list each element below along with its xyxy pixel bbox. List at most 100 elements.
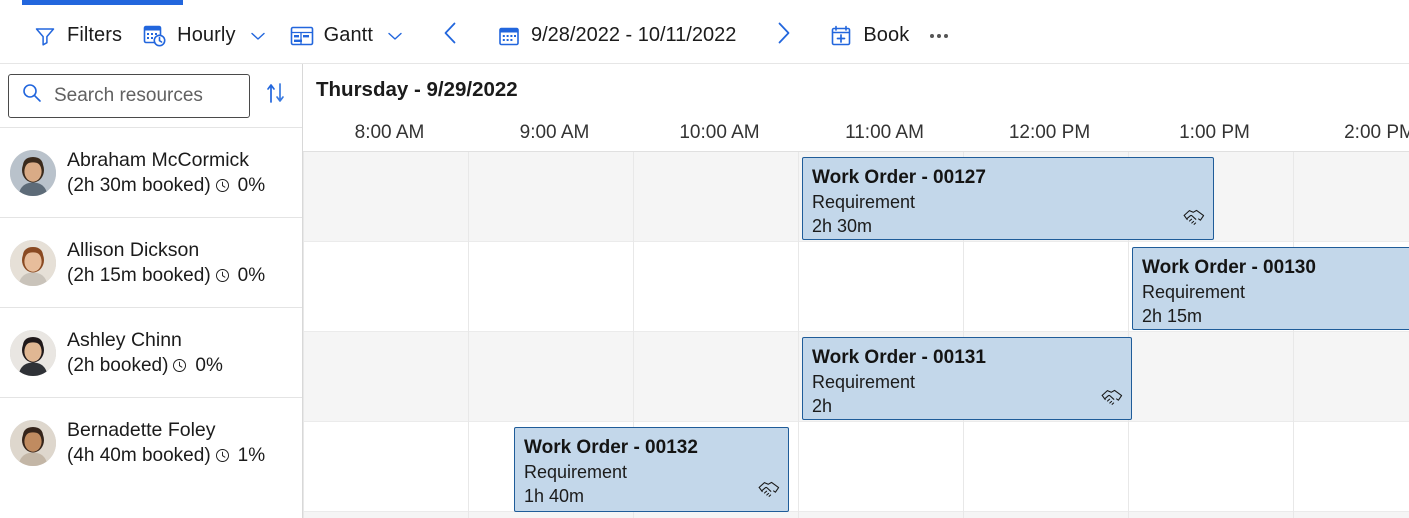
grid-column-divider (468, 152, 469, 518)
avatar (10, 329, 56, 376)
resource-booked-summary: (2h 30m booked) 0% (67, 174, 265, 198)
resource-booked-summary: (2h booked) 0% (67, 354, 223, 378)
view-mode-button[interactable]: Hourly (132, 14, 278, 58)
avatar (10, 239, 56, 286)
search-placeholder: Search resources (54, 84, 203, 106)
resource-list: Abraham McCormick (2h 30m booked) 0% Alliso… (0, 127, 302, 518)
schedule-header: Thursday - 9/29/2022 8:00 AM 9:00 AM 10:00… (303, 64, 1409, 152)
booked-hours: (2h 30m booked) (67, 174, 211, 196)
time-slot-label: 1:00 PM (1179, 121, 1250, 143)
booked-hours: (2h booked) (67, 354, 169, 376)
handshake-icon (1100, 386, 1124, 413)
sort-ascending-descending-icon (265, 81, 287, 110)
resource-info: Abraham McCormick (2h 30m booked) 0% (67, 148, 265, 198)
time-slot-label: 12:00 PM (1008, 121, 1091, 143)
booking-title: Work Order - 00130 (1142, 257, 1316, 278)
schedule-board-app: Filters Hourly Gantt 9/28/2022 - 10/11/2… (0, 0, 1409, 518)
clock-icon (215, 178, 230, 193)
booking-block[interactable]: Work Order - 00127 Requirement 2h 30m (802, 157, 1214, 240)
hourly-calendar-clock-icon (142, 23, 168, 49)
booking-duration: 2h 30m (812, 216, 873, 236)
more-options-button[interactable] (919, 14, 959, 58)
booking-subtitle: Requirement (524, 462, 628, 482)
command-bar: Filters Hourly Gantt 9/28/2022 - 10/11/2… (0, 8, 1409, 64)
time-slot-label: 8:00 AM (354, 121, 425, 143)
grid-column-divider (798, 152, 799, 518)
sort-button[interactable] (258, 76, 294, 116)
booking-duration: 1h 40m (524, 486, 585, 506)
resource-booked-summary: (4h 40m booked) 1% (67, 444, 265, 468)
booking-block[interactable]: Work Order - 00131 Requirement 2h (802, 337, 1132, 420)
previous-period-button[interactable] (430, 14, 472, 58)
clock-icon (172, 358, 187, 373)
chevron-down-icon (247, 25, 269, 47)
board-body: Search resources Abraham McCormick (2h 30… (0, 64, 1409, 518)
view-mode-label: Hourly (177, 24, 236, 46)
grid-column-divider (303, 152, 304, 518)
chevron-down-icon (384, 25, 406, 47)
gantt-button[interactable]: Gantt (279, 14, 416, 58)
calendar-add-icon (828, 23, 854, 49)
utilization-percent: 1% (237, 444, 266, 466)
date-range-label: 9/28/2022 - 10/11/2022 (530, 24, 737, 46)
date-range-picker[interactable]: 9/28/2022 - 10/11/2022 (486, 14, 746, 58)
resource-name: Bernadette Foley (67, 418, 216, 441)
chevron-right-icon (770, 19, 796, 52)
booking-title: Work Order - 00127 (812, 167, 986, 188)
avatar (10, 149, 56, 196)
booking-block[interactable]: Work Order - 00132 Requirement 1h 40m (514, 427, 789, 512)
search-icon (21, 82, 43, 109)
calendar-icon (496, 23, 522, 49)
filters-button[interactable]: Filters (22, 14, 132, 58)
tab-strip (0, 0, 1409, 8)
resource-info: Allison Dickson (2h 15m booked) 0% (67, 238, 265, 288)
gantt-chart-icon (289, 23, 315, 49)
resource-name: Abraham McCormick (67, 148, 250, 171)
resource-booked-summary: (2h 15m booked) 0% (67, 264, 265, 288)
resource-row[interactable]: Ashley Chinn (2h booked) 0% (0, 307, 302, 397)
booking-block[interactable]: Work Order - 00130 Requirement 2h 15m (1132, 247, 1409, 330)
time-slot-label: 11:00 AM (845, 121, 924, 143)
booking-subtitle: Requirement (812, 372, 916, 392)
clock-icon (215, 268, 230, 283)
booking-duration: 2h 15m (1142, 306, 1203, 326)
schedule-grid-panel: Thursday - 9/29/2022 8:00 AM 9:00 AM 10:00… (303, 64, 1409, 518)
resource-info: Bernadette Foley (4h 40m booked) 1% (67, 418, 265, 468)
more-options-icon (944, 33, 949, 38)
filter-icon (32, 23, 58, 49)
resource-info: Ashley Chinn (2h booked) 0% (67, 328, 223, 378)
resource-name: Ashley Chinn (67, 328, 182, 351)
time-slot-label: 9:00 AM (519, 121, 590, 143)
search-input[interactable]: Search resources (8, 73, 250, 118)
schedule-grid: Work Order - 00127 Requirement 2h 30m Work … (303, 152, 1409, 518)
resource-row[interactable]: Bernadette Foley (4h 40m booked) 1% (0, 397, 302, 487)
booking-title: Work Order - 00132 (524, 437, 698, 458)
filters-label: Filters (67, 24, 123, 46)
clock-icon (215, 448, 230, 463)
utilization-percent: 0% (195, 354, 223, 376)
time-slot-label: 10:00 AM (679, 121, 760, 143)
active-tab-indicator (22, 0, 183, 5)
resource-row[interactable]: Abraham McCormick (2h 30m booked) 0% (0, 127, 302, 217)
more-options-icon (930, 33, 935, 38)
next-period-button[interactable] (762, 14, 804, 58)
book-label: Book (863, 24, 910, 46)
utilization-percent: 0% (237, 174, 266, 196)
booking-subtitle: Requirement (1142, 282, 1246, 302)
grid-column-divider (1293, 152, 1294, 518)
handshake-icon (1182, 206, 1206, 233)
time-axis: 8:00 AM 9:00 AM 10:00 AM 11:00 AM 12:00 PM 1:… (303, 114, 1409, 151)
booked-hours: (2h 15m booked) (67, 264, 211, 286)
gantt-label: Gantt (323, 24, 373, 46)
booking-subtitle: Requirement (812, 192, 916, 212)
resource-name: Allison Dickson (67, 238, 200, 261)
utilization-percent: 0% (237, 264, 266, 286)
book-button[interactable]: Book (818, 14, 919, 58)
booking-duration: 2h (812, 396, 833, 416)
booking-title: Work Order - 00131 (812, 347, 986, 368)
search-row: Search resources (0, 64, 302, 127)
resource-row[interactable]: Allison Dickson (2h 15m booked) 0% (0, 217, 302, 307)
resource-panel: Search resources Abraham McCormick (2h 30… (0, 64, 303, 518)
time-slot-label: 2:00 PM (1344, 121, 1409, 143)
handshake-icon (757, 478, 781, 505)
